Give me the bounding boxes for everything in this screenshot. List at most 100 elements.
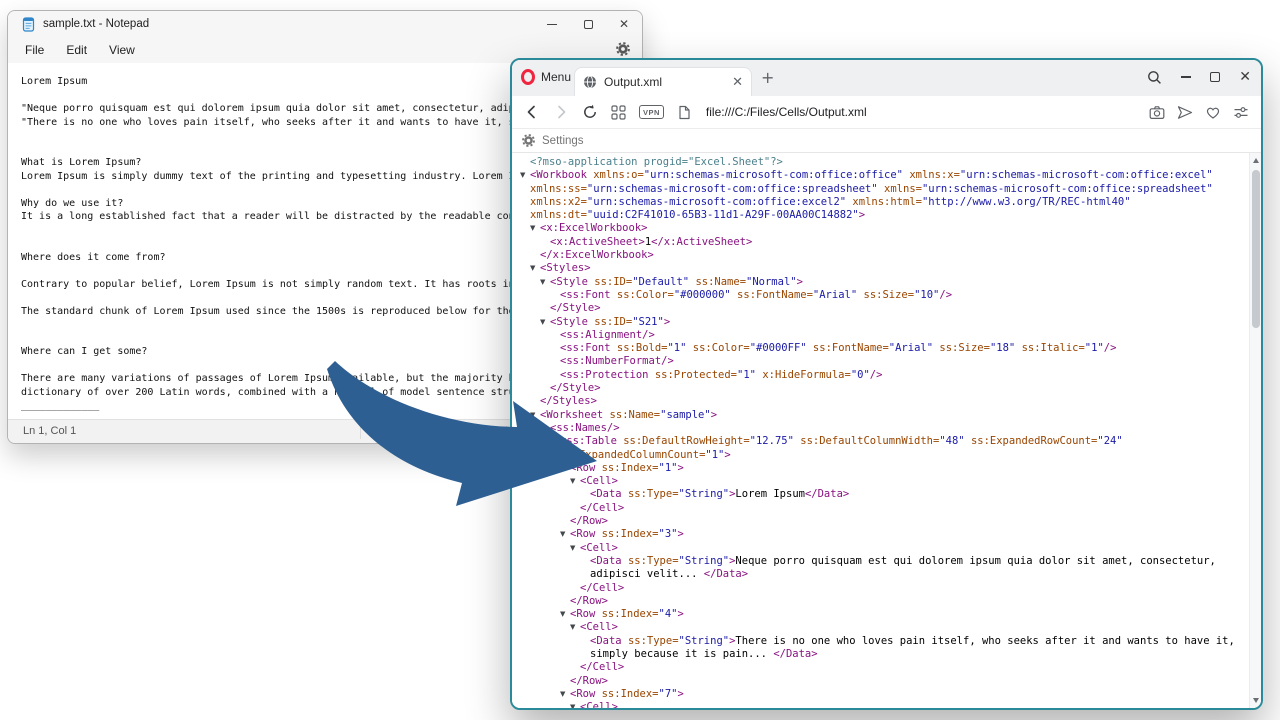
globe-icon (583, 75, 597, 89)
reload-button[interactable] (582, 104, 598, 120)
menu-edit[interactable]: Edit (55, 40, 98, 60)
bookmark-button[interactable] (1205, 105, 1221, 120)
xml-line: ▼<Cell> (520, 621, 1245, 634)
settings-bookmark[interactable]: Settings (522, 134, 584, 147)
speed-dial-button[interactable] (611, 105, 626, 120)
vpn-badge[interactable]: VPN (639, 105, 664, 119)
forward-button[interactable] (553, 104, 569, 120)
xml-line: <Data ss:Type="String">Lorem Ipsum</Data… (520, 488, 1245, 501)
xml-line: <ss:Alignment/> (520, 329, 1245, 342)
notepad-titlebar[interactable]: sample.txt - Notepad ✕ (8, 11, 642, 37)
collapse-arrow-icon[interactable]: ▼ (540, 316, 550, 329)
statusbar-divider (420, 425, 421, 439)
browser-maximize-button[interactable] (1210, 72, 1220, 82)
browser-window: Menu Output.xml ✕ + (510, 58, 1263, 710)
url-field[interactable]: file:///C:/Files/Cells/Output.xml (706, 105, 1136, 119)
browser-search-button[interactable] (1147, 70, 1162, 85)
collapse-arrow-icon[interactable]: ▼ (570, 542, 580, 555)
xml-line: </Row> (520, 595, 1245, 608)
snapshot-button[interactable] (1149, 105, 1165, 120)
maximize-icon (1210, 72, 1220, 82)
xml-line: adipisci velit... </Data> (520, 568, 1245, 581)
xml-line: ▼<Style ss:ID="S21"> (520, 316, 1245, 329)
notepad-window-title: sample.txt - Notepad (43, 18, 149, 30)
notepad-close-button[interactable]: ✕ (606, 11, 642, 37)
collapse-arrow-icon[interactable]: ▼ (540, 276, 550, 289)
browser-tabstrip: Menu Output.xml ✕ + (512, 60, 1261, 96)
minimize-icon (1181, 76, 1191, 77)
collapse-arrow-icon[interactable]: ▼ (560, 528, 570, 541)
collapse-arrow-icon[interactable]: ▼ (570, 475, 580, 488)
collapse-arrow-icon[interactable]: ▼ (550, 435, 560, 448)
notepad-app-icon (22, 17, 35, 32)
xml-line: </Style> (520, 382, 1245, 395)
camera-icon (1149, 105, 1165, 120)
collapse-arrow-icon[interactable]: ▼ (560, 462, 570, 475)
collapse-arrow-icon[interactable]: ▼ (560, 688, 570, 701)
xml-line: ▼<Cell> (520, 475, 1245, 488)
collapse-arrow-icon[interactable]: ▼ (530, 222, 540, 235)
xml-line: </Styles> (520, 395, 1245, 408)
sidebar-setup-button[interactable] (1233, 105, 1249, 120)
xml-line: <ss:Font ss:Color="#000000" ss:FontName=… (520, 289, 1245, 302)
new-tab-button[interactable]: + (761, 68, 774, 87)
scroll-up-icon[interactable] (1253, 158, 1259, 163)
scroll-down-icon[interactable] (1253, 698, 1259, 703)
maximize-icon (584, 20, 593, 29)
close-icon: ✕ (1239, 69, 1251, 85)
xml-line: ▼<x:ExcelWorkbook> (520, 222, 1245, 235)
collapse-arrow-icon[interactable]: ▼ (530, 409, 540, 422)
xml-line: ▼<Styles> (520, 262, 1245, 275)
settings-bookmark-label: Settings (542, 135, 584, 147)
tab-close-button[interactable]: ✕ (732, 75, 743, 90)
xml-line: xmlns:dt="uuid:C2F41010-65B3-11d1-A29F-0… (520, 209, 1245, 222)
back-button[interactable] (524, 104, 540, 120)
collapse-arrow-icon[interactable]: ▼ (570, 621, 580, 634)
paper-plane-icon (1177, 105, 1193, 120)
notepad-maximize-button[interactable] (570, 11, 606, 37)
xml-line: ▼<Style ss:ID="Default" ss:Name="Normal"… (520, 276, 1245, 289)
xml-line: </Style> (520, 302, 1245, 315)
xml-line: ▼<ss:Table ss:DefaultRowHeight="12.75" s… (520, 435, 1245, 448)
xml-line: xmlns:x2="urn:schemas-microsoft-com:offi… (520, 196, 1245, 209)
gear-icon (616, 42, 630, 56)
xml-line: <x:ActiveSheet>1</x:ActiveSheet> (520, 236, 1245, 249)
xml-line: ▼<Workbook xmlns:o="urn:schemas-microsof… (520, 169, 1245, 182)
chevron-right-icon (553, 104, 569, 120)
xml-line: ss:ExpandedColumnCount="1"> (520, 449, 1245, 462)
xml-line: <Data ss:Type="String">Neque porro quisq… (520, 555, 1245, 568)
cursor-position: Ln 1, Col 1 (23, 425, 76, 437)
xml-lines-container: <?mso-application progid="Excel.Sheet"?>… (520, 156, 1245, 708)
tab-title: Output.xml (604, 75, 725, 89)
notepad-settings-button[interactable] (616, 42, 630, 56)
zoom-level[interactable]: 100% (370, 425, 414, 437)
xml-line: </Cell> (520, 582, 1245, 595)
vertical-scrollbar[interactable] (1249, 153, 1261, 708)
collapse-arrow-icon[interactable]: ▼ (570, 701, 580, 708)
page-info-button[interactable] (677, 105, 691, 120)
notepad-minimize-button[interactable] (534, 11, 570, 37)
browser-tab-active[interactable]: Output.xml ✕ (574, 67, 752, 96)
xml-line: ▼<Row ss:Index="7"> (520, 688, 1245, 701)
xml-line: ▼<Row ss:Index="3"> (520, 528, 1245, 541)
menu-file[interactable]: File (14, 40, 55, 60)
xml-viewer[interactable]: <?mso-application progid="Excel.Sheet"?>… (512, 153, 1261, 708)
scrollbar-thumb[interactable] (1252, 170, 1260, 328)
send-to-flow-button[interactable] (1177, 105, 1193, 120)
browser-close-button[interactable]: ✕ (1239, 69, 1251, 85)
xml-line: ▼<Cell> (520, 542, 1245, 555)
xml-line: ▼<Worksheet ss:Name="sample"> (520, 409, 1245, 422)
collapse-arrow-icon[interactable]: ▼ (560, 608, 570, 621)
browser-addressbar: VPN file:///C:/Files/Cells/Output.xml (512, 96, 1261, 129)
collapse-arrow-icon[interactable]: ▼ (530, 262, 540, 275)
xml-line: simply because it is pain... </Data> (520, 648, 1245, 661)
desktop: sample.txt - Notepad ✕ FileEditView Lore… (0, 0, 1280, 720)
chevron-left-icon (524, 104, 540, 120)
collapse-arrow-icon[interactable]: ▼ (520, 169, 530, 182)
notepad-menubar-items: FileEditView (14, 41, 146, 59)
browser-bookmarks-bar: Settings (512, 129, 1261, 153)
tune-icon (1233, 105, 1249, 120)
menu-view[interactable]: View (98, 40, 146, 60)
browser-minimize-button[interactable] (1181, 76, 1191, 77)
opera-menu-button[interactable]: Menu (521, 69, 571, 85)
